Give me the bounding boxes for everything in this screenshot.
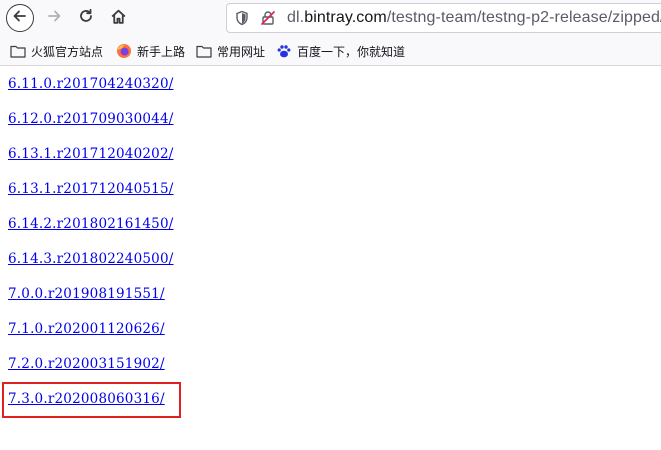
address-bar[interactable]: dl.bintray.com/testng-team/testng-p2-rel…: [226, 3, 661, 33]
home-button[interactable]: [104, 4, 132, 32]
forward-icon: [46, 8, 62, 28]
directory-link[interactable]: 7.2.0.r202003151902/: [8, 356, 165, 372]
bookmark-getting-started[interactable]: 新手上路: [116, 42, 185, 60]
shield-icon[interactable]: [231, 7, 253, 29]
bookmark-label: 百度一下，你就知道: [297, 44, 406, 59]
reload-button[interactable]: [72, 4, 100, 32]
back-button[interactable]: [6, 4, 34, 32]
folder-icon: [196, 43, 212, 59]
directory-link[interactable]: 6.12.0.r201709030044/: [8, 111, 174, 127]
bookmark-label: 新手上路: [137, 44, 186, 59]
directory-link[interactable]: 6.14.3.r201802240500/: [8, 251, 174, 267]
bookmark-label: 常用网址: [217, 44, 266, 59]
baidu-paw-icon: [276, 43, 292, 59]
url-host: bintray.com: [304, 9, 387, 26]
red-highlight-box: [2, 382, 181, 418]
directory-link[interactable]: 7.1.0.r202001120626/: [8, 321, 165, 337]
url-path: /testng-team/testng-p2-release/zipped/: [386, 9, 661, 26]
browser-toolbar: dl.bintray.com/testng-team/testng-p2-rel…: [0, 0, 661, 36]
firefox-icon: [116, 43, 132, 59]
bookmark-label: 火狐官方站点: [31, 44, 104, 59]
back-icon: [12, 8, 28, 28]
directory-link[interactable]: 6.11.0.r201704240320/: [8, 76, 174, 92]
forward-button[interactable]: [40, 4, 68, 32]
reload-icon: [78, 8, 94, 28]
url-text: dl.bintray.com/testng-team/testng-p2-rel…: [287, 9, 661, 27]
bookmarks-toolbar: 火狐官方站点 新手上路 常用网址 百度一下，你就知道: [0, 36, 661, 66]
url-host-prefix: dl.: [287, 9, 305, 26]
folder-icon: [10, 43, 26, 59]
directory-link[interactable]: 6.14.2.r201802161450/: [8, 216, 174, 232]
directory-link[interactable]: 6.13.1.r201712040202/: [8, 146, 174, 162]
bookmark-firefox-official-site[interactable]: 火狐官方站点: [10, 42, 103, 60]
bookmark-baidu[interactable]: 百度一下，你就知道: [276, 42, 405, 60]
home-icon: [110, 8, 127, 29]
insecure-lock-icon[interactable]: [257, 7, 279, 29]
directory-link[interactable]: 7.0.0.r201908191551/: [8, 286, 165, 302]
bookmark-common-sites[interactable]: 常用网址: [196, 42, 265, 60]
directory-link[interactable]: 6.13.1.r201712040515/: [8, 181, 174, 197]
